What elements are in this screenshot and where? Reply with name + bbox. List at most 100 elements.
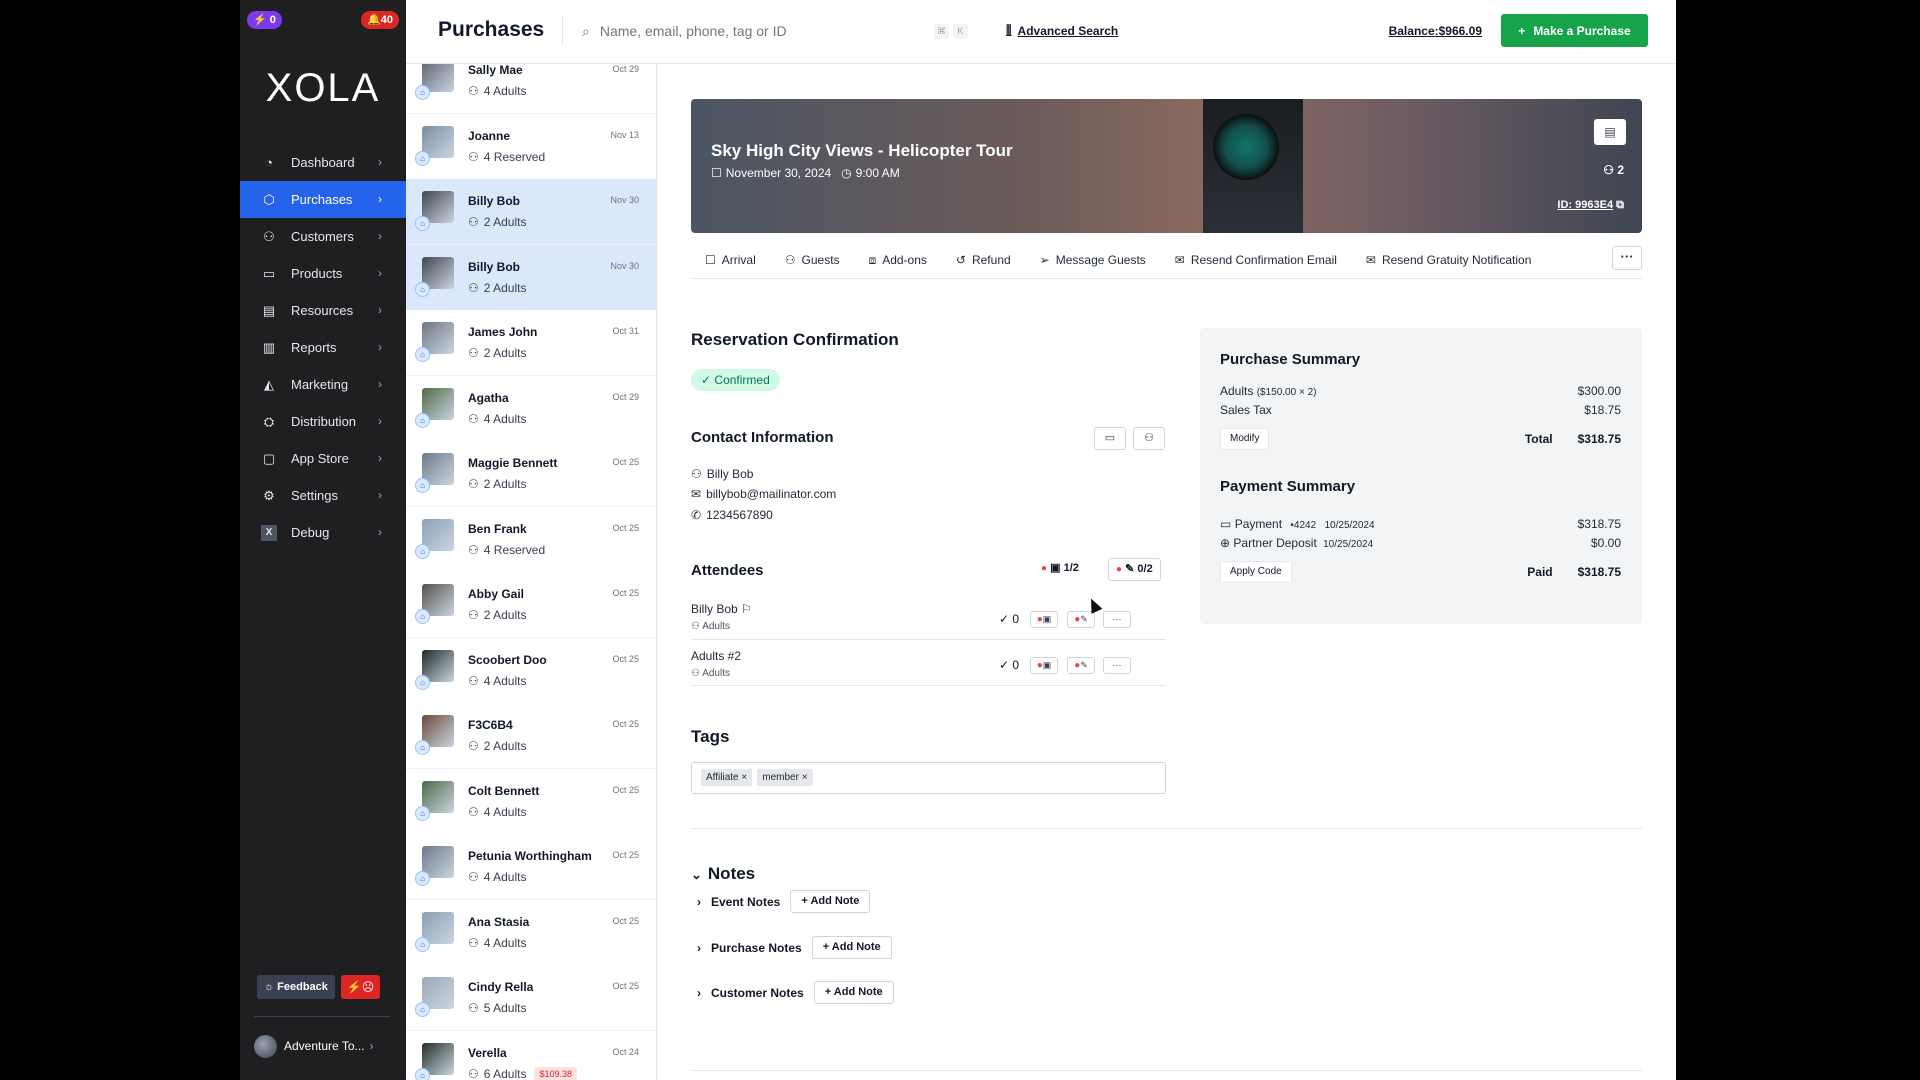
waivers-counter[interactable]: ● ✎ 0/2 bbox=[1108, 558, 1161, 581]
search-bar[interactable]: ⌕ ⌘ K bbox=[582, 14, 986, 48]
event-notes-row[interactable]: › Event Notes + Add Note bbox=[697, 890, 871, 913]
more-actions-button[interactable]: ··· bbox=[1612, 246, 1642, 270]
copy-icon[interactable]: ⧉ bbox=[1616, 199, 1624, 211]
add-customer-note-button[interactable]: + Add Note bbox=[813, 981, 894, 1004]
purchase-list-item[interactable]: ⌂ F3C6B4 ⚇ 2 Adults Oct 25 bbox=[406, 703, 656, 769]
purchase-date: Nov 30 bbox=[610, 260, 639, 271]
notes-title[interactable]: ⌄ Notes bbox=[691, 864, 755, 884]
notes-label: Customer Notes bbox=[711, 985, 804, 1000]
purchase-list-item[interactable]: ⌂ Agatha ⚇ 4 Adults Oct 29 bbox=[406, 375, 656, 442]
purchase-list-item[interactable]: ⌂ Cindy Rella ⚇ 5 Adults Oct 25 bbox=[406, 965, 656, 1031]
remove-tag-icon[interactable]: × bbox=[741, 772, 747, 783]
purchase-guests-label: 2 Adults bbox=[483, 280, 527, 295]
sidebar: ⚡ 0 🔔40 XOLA ◔ Dashboard › ⬡ Purchases › ⚇ Cu… bbox=[240, 0, 406, 1080]
purchase-list-item[interactable]: ⌂ Abby Gail ⚇ 2 Adults Oct 25 bbox=[406, 572, 656, 638]
sidebar-item-marketing[interactable]: ◭ Marketing › bbox=[240, 366, 406, 403]
add-purchase-note-button[interactable]: + Add Note bbox=[811, 936, 892, 959]
attendee-form-button[interactable]: ●▣ bbox=[1030, 611, 1058, 628]
chevron-right-icon: › bbox=[378, 303, 382, 317]
sidebar-item-customers[interactable]: ⚇ Customers › bbox=[240, 218, 406, 255]
pen-icon: ✎ bbox=[1080, 660, 1088, 670]
arrival-button[interactable]: ☐ Arrival bbox=[705, 253, 756, 267]
flag-icon[interactable]: ⚐ bbox=[741, 602, 752, 616]
report-bug-button[interactable]: ⚡☹ bbox=[341, 975, 380, 999]
purchase-list-item[interactable]: ⌂ Sally Mae ⚇ 4 Adults Oct 29 bbox=[406, 64, 656, 114]
lightbulb-icon: ☼ bbox=[264, 981, 275, 993]
attendee-more-button[interactable]: ··· bbox=[1103, 657, 1131, 674]
account-menu[interactable]: Adventure To... › bbox=[254, 1034, 394, 1058]
attendee-waiver-button[interactable]: ●✎ bbox=[1067, 657, 1095, 674]
apply-code-button[interactable]: Apply Code bbox=[1220, 561, 1292, 583]
check-icon: ✓ bbox=[999, 612, 1010, 626]
purchase-date: Oct 29 bbox=[612, 64, 639, 74]
event-banner: Sky High City Views - Helicopter Tour ☐ N… bbox=[691, 99, 1642, 233]
purchase-guests-label: 2 Adults bbox=[483, 608, 527, 622]
message-guests-button[interactable]: ➢ Message Guests bbox=[1040, 253, 1146, 267]
tags-input[interactable]: Affiliate × member × bbox=[691, 762, 1166, 794]
check-icon: ✓ bbox=[999, 658, 1010, 672]
remove-tag-icon[interactable]: × bbox=[802, 772, 808, 783]
forms-counter[interactable]: ● ▣ 1/2 bbox=[1034, 558, 1086, 581]
sidebar-item-resources[interactable]: ▤ Resources › bbox=[240, 292, 406, 329]
customer-notes-row[interactable]: › Customer Notes + Add Note bbox=[697, 981, 894, 1004]
purchase-list-item[interactable]: ⌂ Colt Bennett ⚇ 4 Adults Oct 25 bbox=[406, 768, 656, 835]
view-customer-button[interactable]: ⚇ bbox=[1133, 427, 1165, 450]
xola-logo[interactable]: XOLA bbox=[240, 66, 406, 111]
guest-count-value: 2 bbox=[1617, 163, 1624, 177]
balance-link[interactable]: Balance:$966.09 bbox=[1389, 24, 1482, 38]
make-purchase-button[interactable]: + Make a Purchase bbox=[1501, 14, 1648, 47]
purchase-list-item[interactable]: ⌂ Joanne ⚇ 4 Reserved Nov 13 bbox=[406, 113, 656, 180]
purchase-list-item[interactable]: ⌂ Petunia Worthingham ⚇ 4 Adults Oct 25 bbox=[406, 834, 656, 900]
alerts-badge[interactable]: 🔔40 bbox=[361, 11, 399, 29]
purchase-customer-name: Ana Stasia bbox=[468, 914, 530, 929]
guests-button[interactable]: ⚇ Guests bbox=[785, 253, 840, 267]
attendee-more-button[interactable]: ··· bbox=[1103, 611, 1131, 628]
add-ons-button[interactable]: ⧈ Add-ons bbox=[869, 253, 927, 268]
sidebar-item-products[interactable]: ▭ Products › bbox=[240, 255, 406, 292]
chevron-right-icon: › bbox=[378, 192, 382, 206]
send-icon: ➢ bbox=[1039, 253, 1050, 267]
purchase-source-icon: ⌂ bbox=[415, 543, 430, 559]
purchase-list-item[interactable]: ⌂ Verella ⚇ 6 Adults $109.38 Oct 24 bbox=[406, 1030, 656, 1080]
purchase-list-item[interactable]: ⌂ Billy Bob ⚇ 2 Adults Nov 30 bbox=[406, 244, 656, 311]
contact-phone[interactable]: ✆ 1234567890 bbox=[691, 508, 773, 522]
purchase-list-item[interactable]: ⌂ Billy Bob ⚇ 2 Adults Nov 30 bbox=[406, 179, 656, 245]
purchase-list-item[interactable]: ⌂ Maggie Bennett ⚇ 2 Adults Oct 25 bbox=[406, 441, 656, 507]
advanced-search-link[interactable]: ⫼ Advanced Search bbox=[1006, 23, 1118, 38]
purchase-source-icon: ⌂ bbox=[415, 1067, 430, 1080]
purchase-list-item[interactable]: ⌂ James John ⚇ 2 Adults Oct 31 bbox=[406, 310, 656, 376]
sidebar-item-purchases[interactable]: ⬡ Purchases › bbox=[240, 181, 406, 218]
purchase-list-item[interactable]: ⌂ Scoobert Doo ⚇ 4 Adults Oct 25 bbox=[406, 637, 656, 704]
message-contact-button[interactable]: ▭ bbox=[1094, 427, 1126, 450]
resend-confirmation-button[interactable]: ✉ Resend Confirmation Email bbox=[1175, 253, 1337, 267]
sidebar-item-distribution[interactable]: ⛭ Distribution › bbox=[240, 403, 406, 440]
search-input[interactable] bbox=[599, 23, 930, 39]
event-datetime: ☐ November 30, 2024 ◷ 9:00 AM bbox=[711, 166, 900, 180]
contact-email[interactable]: ✉ billybob@mailinator.com bbox=[691, 487, 836, 501]
attendee-checkin[interactable]: ✓ 0 bbox=[999, 612, 1019, 626]
purchase-list[interactable]: ⌂ Sally Mae ⚇ 4 Adults Oct 29 ⌂ Joanne ⚇ 4 Reser… bbox=[406, 64, 657, 1080]
receipt-button[interactable]: ▤ bbox=[1594, 119, 1626, 145]
add-event-note-button[interactable]: + Add Note bbox=[790, 890, 871, 913]
resend-gratuity-button[interactable]: ✉ Resend Gratuity Notification bbox=[1366, 253, 1531, 267]
sidebar-item-dashboard[interactable]: ◔ Dashboard › bbox=[240, 144, 406, 181]
refund-button[interactable]: ↺ Refund bbox=[956, 253, 1011, 267]
purchase-list-item[interactable]: ⌂ Ana Stasia ⚇ 4 Adults Oct 25 bbox=[406, 899, 656, 966]
purchase-notes-row[interactable]: › Purchase Notes + Add Note bbox=[697, 936, 892, 959]
sidebar-item-label: Debug bbox=[291, 525, 330, 540]
purchase-id[interactable]: ID: 9963E4 ⧉ bbox=[1557, 199, 1624, 212]
feedback-button[interactable]: ☼ Feedback bbox=[257, 975, 335, 999]
sidebar-item-app-store[interactable]: ▢ App Store › bbox=[240, 440, 406, 477]
purchase-date: Oct 31 bbox=[612, 326, 639, 336]
notifications-badge[interactable]: ⚡ 0 bbox=[247, 11, 282, 29]
modify-button[interactable]: Modify bbox=[1220, 428, 1270, 450]
sidebar-item-debug[interactable]: X Debug › bbox=[240, 514, 406, 551]
sidebar-item-settings[interactable]: ⚙ Settings › bbox=[240, 477, 406, 514]
page-title: Purchases bbox=[438, 18, 545, 41]
alert-dot-icon: ● bbox=[1041, 563, 1048, 574]
attendee-checkin[interactable]: ✓ 0 bbox=[999, 658, 1019, 672]
mail-icon: ✉ bbox=[691, 487, 702, 501]
purchase-list-item[interactable]: ⌂ Ben Frank ⚇ 4 Reserved Oct 25 bbox=[406, 506, 656, 573]
attendee-form-button[interactable]: ●▣ bbox=[1030, 657, 1058, 674]
sidebar-item-reports[interactable]: ▥ Reports › bbox=[240, 329, 406, 366]
